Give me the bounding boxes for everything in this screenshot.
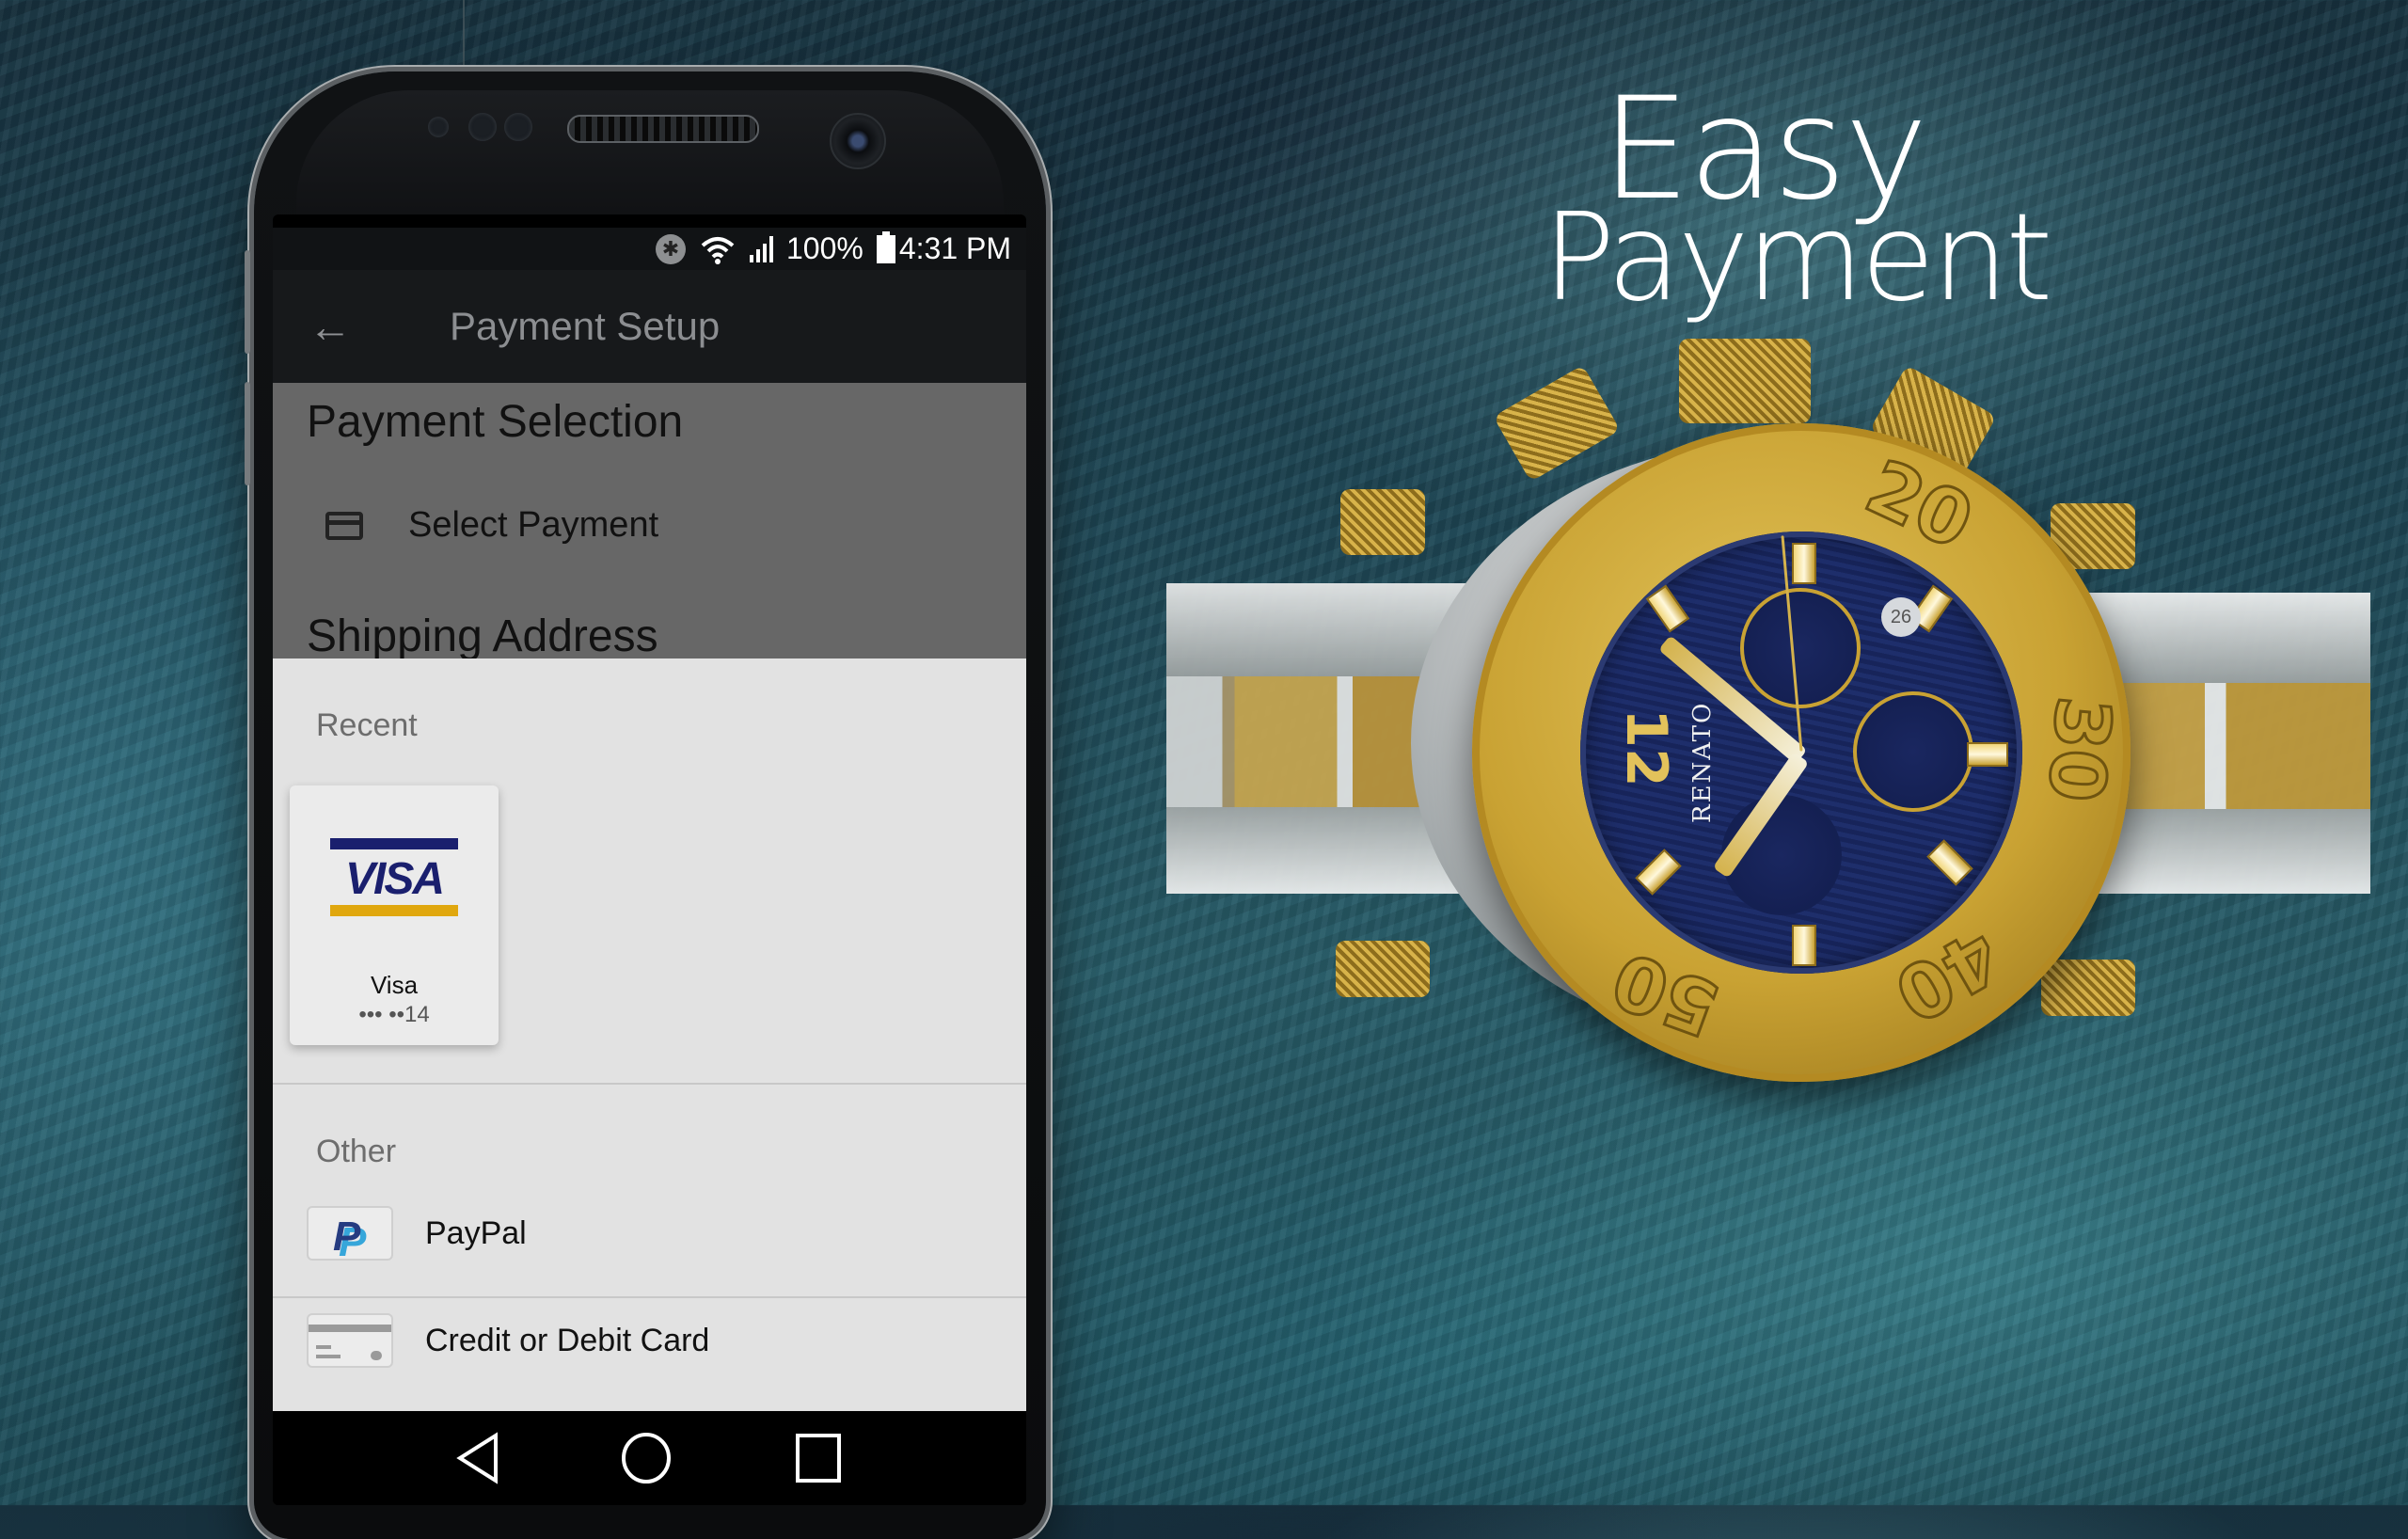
dial-numeral-12: 12 [1612,708,1679,787]
watch-brand: RENATO [1688,701,1717,823]
headline: Easy Payment [1543,79,2052,328]
headline-line-2: Payment [1543,188,2052,328]
payment-option-paypal[interactable]: P P PayPal [307,1206,527,1261]
nav-recents-icon[interactable] [792,1432,845,1484]
watch-pusher-tl [1493,364,1621,483]
hour-marker [1926,839,1973,886]
status-bar: ✱ 100% 4:31 PM [273,228,1026,270]
earpiece-speaker [567,115,759,143]
watch-subdial [1740,588,1861,708]
volume-up-button [245,250,250,354]
front-camera [830,113,886,169]
credit-card-label: Credit or Debit Card [425,1322,710,1358]
watch-pusher-bl [1336,941,1430,997]
watch-pusher-br [2041,960,2135,1016]
background-line [463,0,465,75]
visa-logo-bar-top [330,838,458,849]
volume-down-button [245,382,250,485]
credit-card-icon [325,511,363,540]
hour-marker [1635,849,1682,896]
wifi-icon [701,236,735,264]
hour-marker [1792,925,1816,966]
watch-pusher-l [1340,489,1425,555]
light-sensor [468,113,497,141]
hour-marker [1967,742,2008,767]
credit-card-icon [307,1313,393,1368]
light-sensor [504,113,532,141]
phone-device: ✱ 100% 4:31 PM ← Payment Setup Payment S [245,71,1046,1539]
visa-logo-bar-bottom [330,905,458,916]
background-page-scrim[interactable]: Payment Selection Select Payment Shippin… [273,383,1026,658]
visa-logo-icon: VISA [344,854,445,904]
watch-dial: 12 RENATO 26 [1580,532,2022,974]
other-label: Other [316,1134,397,1169]
watch-subdial [1853,691,1973,812]
proximity-sensor [428,117,449,137]
watch-crown-top [1679,339,1811,423]
watch-date: 26 [1881,597,1921,637]
system-nav-bar [273,1411,1026,1505]
bluetooth-icon: ✱ [655,233,686,264]
app-bar: ← Payment Setup [273,270,1026,383]
paypal-icon: P P [307,1206,393,1261]
back-arrow-icon[interactable]: ← [309,301,365,352]
card-name: Visa [370,971,419,999]
phone-screen: ✱ 100% 4:31 PM ← Payment Setup Payment S [273,214,1026,1505]
hour-marker [1645,584,1690,633]
status-time: 4:31 PM [898,231,1011,265]
recent-label: Recent [316,707,418,743]
hour-marker [1792,543,1816,584]
list-divider [273,1296,1026,1298]
select-payment-label: Select Payment [408,505,659,545]
payment-method-sheet: Recent VISA Visa ••• ••14 Other P P PayP… [273,658,1026,1411]
payment-selection-heading: Payment Selection [307,397,684,447]
bezel-number: 30 [2030,691,2129,806]
nav-back-icon[interactable] [454,1432,501,1484]
select-payment-row[interactable]: Select Payment [325,505,658,546]
battery-icon [876,230,895,263]
paypal-label: PayPal [425,1214,527,1251]
section-divider [273,1083,1026,1085]
shipping-address-heading: Shipping Address [307,611,658,658]
nav-home-icon[interactable] [620,1432,673,1484]
recent-card-visa[interactable]: VISA Visa ••• ••14 [290,785,499,1045]
watch-image: 20 30 40 50 12 RENATO 26 [1166,329,2370,1138]
payment-option-card[interactable]: Credit or Debit Card [307,1313,709,1368]
card-masked-number: ••• ••14 [358,1002,430,1027]
signal-icon [749,235,773,262]
battery-percent: 100% [785,231,863,265]
page-title: Payment Setup [450,304,721,348]
